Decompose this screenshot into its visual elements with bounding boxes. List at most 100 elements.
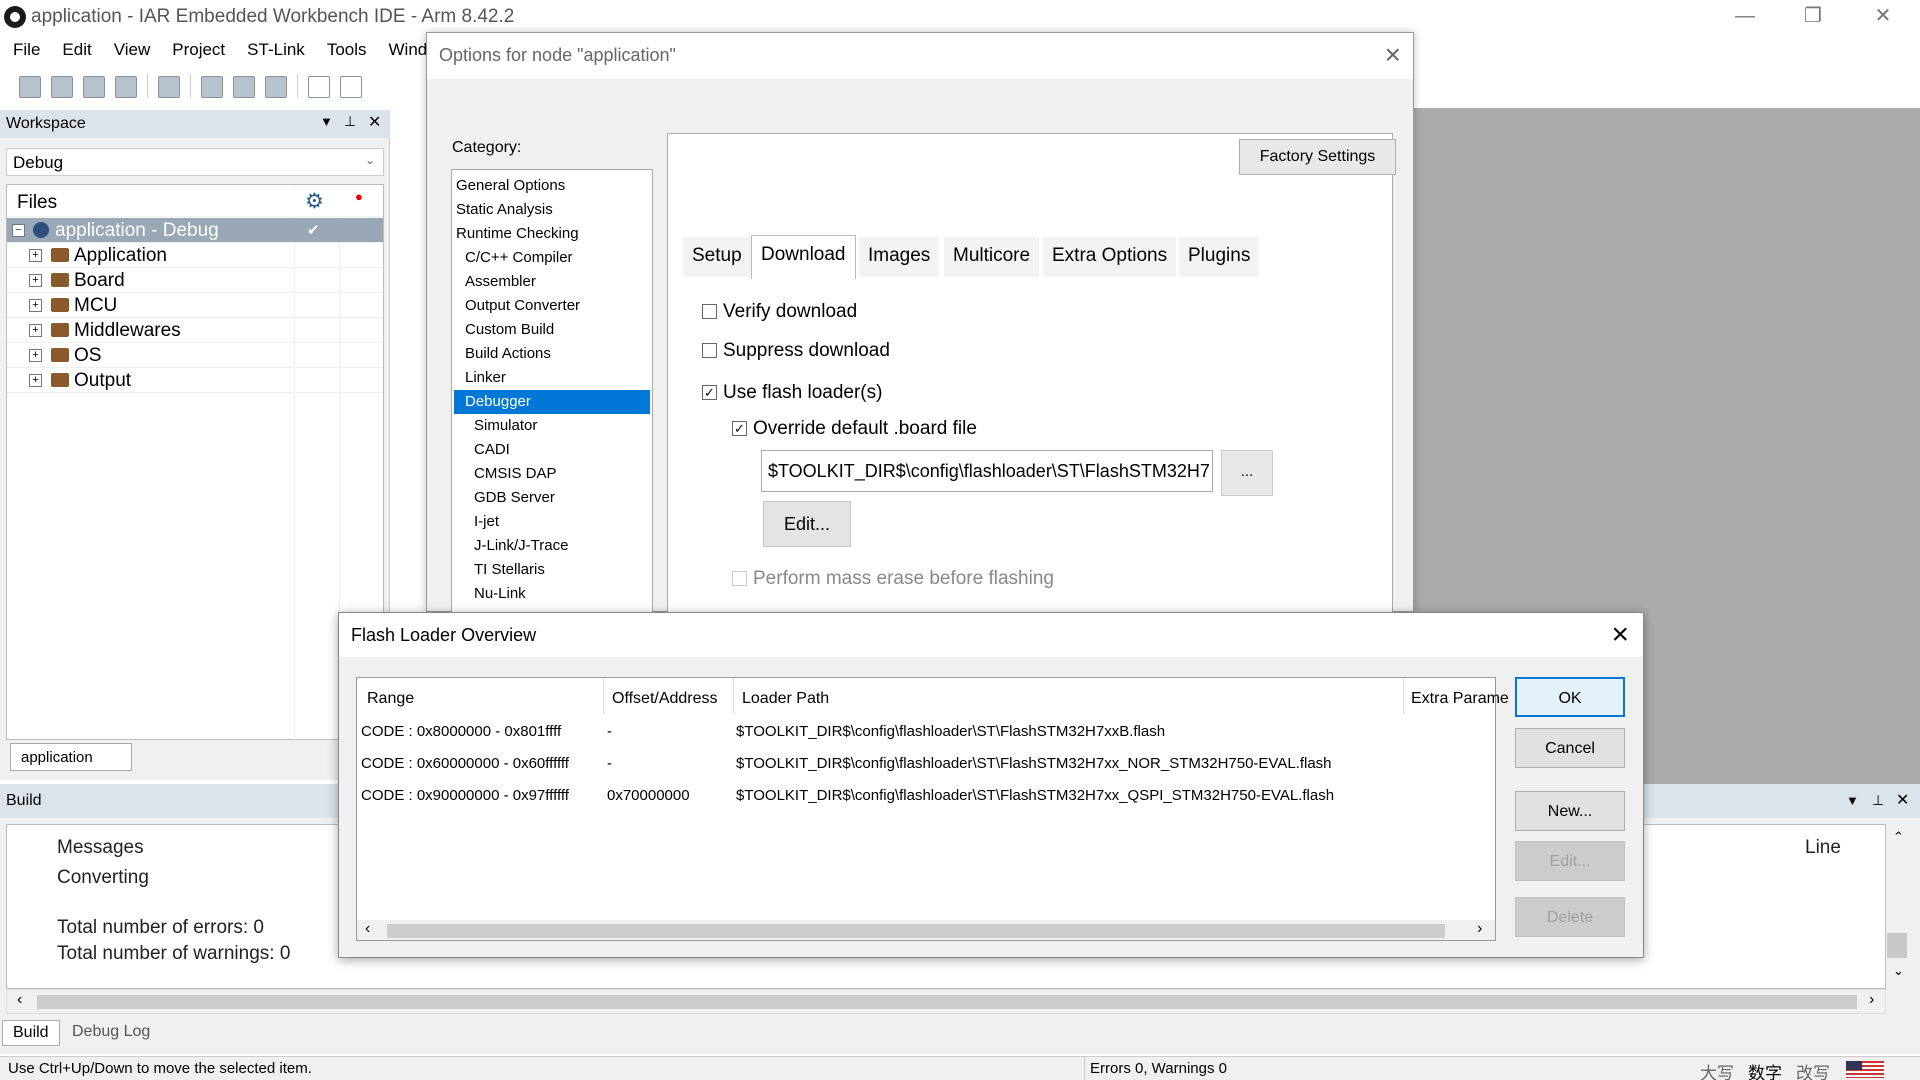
gear-icon[interactable]: ⚙ [305, 189, 324, 214]
pin-icon[interactable]: ⊥ [1872, 792, 1884, 809]
tab-plugins[interactable]: Plugins [1179, 237, 1260, 277]
expand-icon[interactable]: + [29, 299, 42, 312]
scroll-up-icon[interactable]: ⌃ [1893, 829, 1904, 845]
configuration-select[interactable]: Debug ⌄ [6, 148, 384, 176]
tab-extra-options[interactable]: Extra Options [1043, 237, 1177, 277]
expand-icon[interactable]: + [29, 349, 42, 362]
category-item[interactable]: Build Actions [465, 342, 652, 366]
suppress-download-checkbox[interactable] [702, 343, 717, 358]
ok-button[interactable]: OK [1515, 677, 1625, 717]
tree-item[interactable]: + Middlewares [7, 318, 383, 343]
category-item[interactable]: Runtime Checking [456, 222, 652, 246]
tab-download[interactable]: Download [751, 235, 856, 279]
close-icon[interactable]: × [1611, 618, 1629, 652]
tree-item[interactable]: + OS [7, 343, 383, 368]
menu-view[interactable]: View [114, 40, 151, 60]
column-header-extra-params[interactable]: Extra Parame [1411, 690, 1509, 708]
menu-window[interactable]: Wind [389, 40, 428, 60]
row-range[interactable]: CODE : 0x60000000 - 0x60ffffff [361, 755, 569, 772]
row-offset[interactable]: 0x70000000 [607, 787, 690, 804]
scroll-right-icon[interactable]: › [1869, 991, 1874, 1009]
category-item[interactable]: Output Converter [465, 294, 652, 318]
close-panel-icon[interactable]: ✕ [368, 112, 381, 132]
print-icon[interactable] [158, 76, 180, 98]
browse-button[interactable]: ... [1221, 450, 1273, 496]
menu-tools[interactable]: Tools [327, 40, 367, 60]
category-item[interactable]: CADI [474, 438, 652, 462]
pin-icon[interactable]: ⊥ [344, 113, 356, 130]
restore-icon[interactable]: ❐ [1778, 0, 1848, 33]
category-item[interactable]: Simulator [474, 414, 652, 438]
redo-icon[interactable] [340, 76, 362, 98]
edit-button[interactable]: Edit... [1515, 841, 1625, 881]
paste-icon[interactable] [265, 76, 287, 98]
new-file-icon[interactable] [19, 76, 41, 98]
scroll-down-icon[interactable]: ⌄ [1893, 963, 1904, 979]
tab-setup[interactable]: Setup [683, 237, 751, 277]
column-header-offset[interactable]: Offset/Address [612, 690, 718, 708]
edit-board-button[interactable]: Edit... [763, 501, 851, 547]
tree-item[interactable]: + Output [7, 368, 383, 393]
use-flash-loader-checkbox[interactable]: ✓ [702, 385, 717, 400]
open-file-icon[interactable] [51, 76, 73, 98]
category-item[interactable]: Assembler [465, 270, 652, 294]
factory-settings-button[interactable]: Factory Settings [1239, 139, 1396, 175]
hscroll-thumb[interactable] [37, 995, 1857, 1009]
tree-item[interactable]: + Application [7, 243, 383, 268]
cancel-button[interactable]: Cancel [1515, 728, 1625, 768]
minimize-icon[interactable]: — [1710, 0, 1780, 33]
scroll-right-icon[interactable]: › [1477, 920, 1482, 938]
tab-debug-log[interactable]: Debug Log [62, 1020, 160, 1046]
board-file-path-input[interactable]: $TOOLKIT_DIR$\config\flashloader\ST\Flas… [761, 450, 1213, 492]
vscroll-thumb[interactable] [1887, 933, 1907, 958]
column-header-range[interactable]: Range [367, 690, 414, 708]
row-range[interactable]: CODE : 0x90000000 - 0x97ffffff [361, 787, 569, 804]
tree-item[interactable]: + MCU [7, 293, 383, 318]
close-icon[interactable]: × [1385, 39, 1401, 71]
save-icon[interactable] [83, 76, 105, 98]
category-item[interactable]: I-jet [474, 510, 652, 534]
tab-multicore[interactable]: Multicore [944, 237, 1040, 277]
new-button[interactable]: New... [1515, 791, 1625, 831]
mass-erase-checkbox[interactable] [732, 571, 747, 586]
expand-icon[interactable]: + [29, 324, 42, 337]
category-item[interactable]: General Options [456, 174, 652, 198]
workspace-tab[interactable]: application [10, 743, 132, 771]
column-header-loader-path[interactable]: Loader Path [742, 690, 829, 708]
verify-download-checkbox[interactable] [702, 304, 717, 319]
category-item[interactable]: Nu-Link [474, 582, 652, 606]
scroll-left-icon[interactable]: ‹ [365, 920, 370, 938]
delete-button[interactable]: Delete [1515, 897, 1625, 937]
row-range[interactable]: CODE : 0x8000000 - 0x801ffff [361, 723, 561, 740]
menu-project[interactable]: Project [172, 40, 225, 60]
row-offset[interactable]: - [607, 723, 612, 740]
collapse-icon[interactable]: − [12, 224, 25, 237]
save-all-icon[interactable] [115, 76, 137, 98]
category-item[interactable]: TI Stellaris [474, 558, 652, 582]
override-board-checkbox[interactable]: ✓ [732, 421, 747, 436]
tab-images[interactable]: Images [859, 237, 940, 277]
scroll-left-icon[interactable]: ‹ [17, 991, 22, 1009]
undo-icon[interactable] [308, 76, 330, 98]
copy-icon[interactable] [233, 76, 255, 98]
expand-icon[interactable]: + [29, 374, 42, 387]
category-item[interactable]: Custom Build [465, 318, 652, 342]
table-hscroll[interactable]: ‹ › [357, 920, 1495, 940]
menu-edit[interactable]: Edit [62, 40, 91, 60]
dropdown-arrow-icon[interactable]: ▼ [320, 114, 333, 129]
close-panel-icon[interactable]: ✕ [1896, 790, 1909, 810]
tree-root[interactable]: − application - Debug ✔ [7, 218, 383, 243]
dropdown-arrow-icon[interactable]: ▼ [1846, 793, 1859, 808]
category-item[interactable]: C/C++ Compiler [465, 246, 652, 270]
category-item[interactable]: Linker [465, 366, 652, 390]
menu-st-link[interactable]: ST-Link [247, 40, 305, 60]
cut-icon[interactable] [201, 76, 223, 98]
row-path[interactable]: $TOOLKIT_DIR$\config\flashloader\ST\Flas… [736, 787, 1334, 804]
category-item[interactable]: Static Analysis [456, 198, 652, 222]
row-path[interactable]: $TOOLKIT_DIR$\config\flashloader\ST\Flas… [736, 755, 1332, 772]
hscroll-thumb[interactable] [387, 924, 1445, 938]
tab-build[interactable]: Build [2, 1020, 60, 1046]
row-offset[interactable]: - [607, 755, 612, 772]
category-item[interactable]: GDB Server [474, 486, 652, 510]
tree-item[interactable]: + Board [7, 268, 383, 293]
